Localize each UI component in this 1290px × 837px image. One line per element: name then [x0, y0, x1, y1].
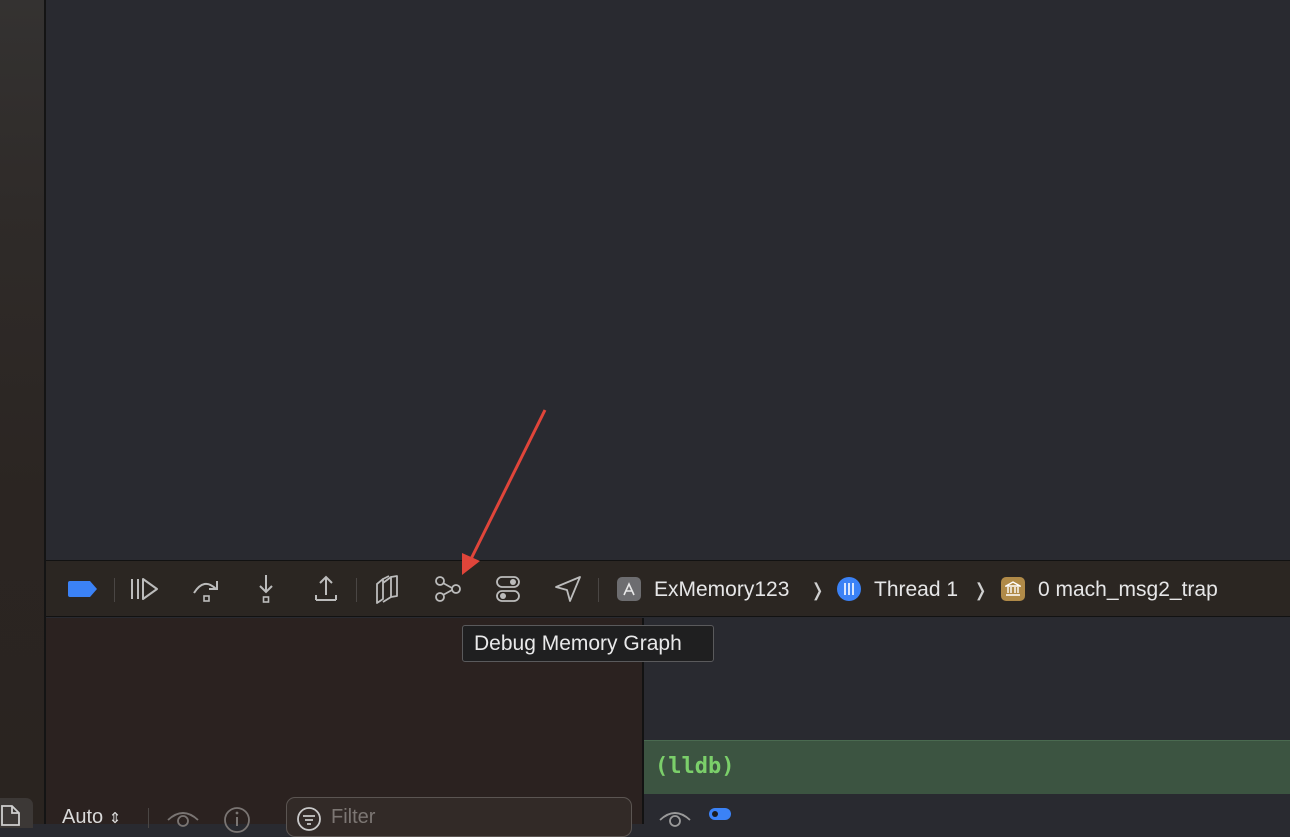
step-into-icon	[259, 575, 273, 603]
memory-graph-icon	[435, 576, 461, 602]
tooltip: Debug Memory Graph	[462, 625, 714, 662]
tooltip-text: Debug Memory Graph	[474, 632, 682, 655]
thread-icon	[837, 577, 861, 601]
location-arrow-icon	[555, 576, 581, 602]
source-editor[interactable]	[46, 0, 1290, 560]
toggle-breakpoints-button[interactable]	[65, 571, 101, 607]
scope-select[interactable]: Auto ⇕	[62, 806, 121, 829]
environment-overrides-icon	[496, 576, 520, 602]
scope-select-value: Auto	[62, 806, 104, 828]
toolbar-separator	[356, 578, 357, 602]
toolbar-separator	[148, 808, 149, 828]
toolbar-separator	[114, 578, 115, 602]
simulate-location-button[interactable]	[550, 571, 586, 607]
breadcrumb-frame[interactable]: 0 mach_msg2_trap	[1038, 578, 1218, 602]
step-out-icon	[315, 575, 337, 601]
app-store-icon	[617, 577, 641, 601]
view-hierarchy-icon	[376, 575, 398, 604]
debug-toolbar: ExMemory123 ❭ Thread 1 ❭ 0 mach_msg2_tra…	[46, 560, 1290, 617]
lldb-input-line[interactable]: (lldb)	[644, 740, 1290, 794]
eye-icon[interactable]	[658, 808, 692, 832]
chevron-right-icon: ❭	[973, 580, 989, 600]
breadcrumb-thread[interactable]: Thread 1	[874, 578, 958, 602]
environment-overrides-button[interactable]	[490, 571, 526, 607]
navigator-strip	[0, 0, 44, 824]
debug-view-hierarchy-button[interactable]	[370, 571, 406, 607]
debug-memory-graph-button[interactable]	[430, 571, 466, 607]
breakpoint-icon	[68, 581, 97, 597]
info-icon[interactable]	[223, 806, 251, 834]
filter-placeholder: Filter	[331, 806, 376, 828]
step-over-button[interactable]	[188, 571, 224, 607]
updown-chevron-icon: ⇕	[108, 810, 122, 827]
step-out-button[interactable]	[308, 571, 344, 607]
chevron-right-icon: ❭	[810, 580, 826, 600]
bank-building-icon	[1001, 577, 1025, 601]
breadcrumb-project[interactable]: ExMemory123	[654, 578, 789, 602]
continue-icon	[131, 578, 158, 600]
console-toggle-icon[interactable]	[708, 806, 734, 826]
continue-button[interactable]	[126, 571, 162, 607]
filter-icon	[297, 807, 321, 831]
eye-icon[interactable]	[166, 808, 200, 832]
debug-console[interactable]: (lldb)	[644, 618, 1290, 827]
filter-field[interactable]: Filter	[286, 797, 632, 837]
toolbar-separator	[598, 578, 599, 602]
step-over-icon	[193, 581, 218, 602]
lldb-prompt: (lldb)	[655, 754, 735, 779]
step-into-button[interactable]	[248, 571, 284, 607]
